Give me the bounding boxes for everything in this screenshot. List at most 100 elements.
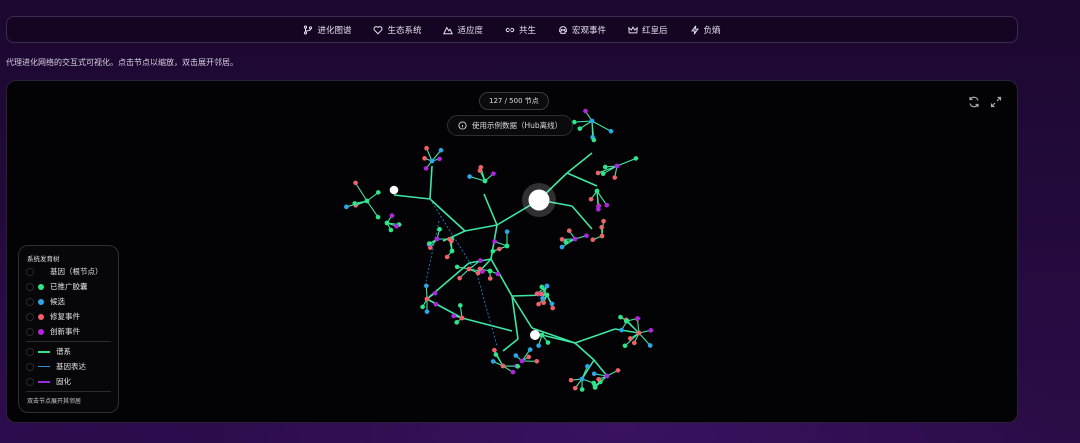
leaf-node[interactable] xyxy=(491,171,496,176)
leaf-node[interactable] xyxy=(596,204,601,209)
leaf-node[interactable] xyxy=(477,266,483,272)
leaf-node[interactable] xyxy=(577,126,583,131)
leaf-node[interactable] xyxy=(536,301,541,307)
leaf-node[interactable] xyxy=(549,301,555,307)
leaf-node[interactable] xyxy=(536,343,541,348)
legend-item-repair[interactable]: 修复事件 xyxy=(26,311,80,322)
leaf-node[interactable] xyxy=(457,275,462,281)
leaf-node[interactable] xyxy=(618,314,623,320)
leaf-node[interactable] xyxy=(584,233,589,238)
leaf-node[interactable] xyxy=(545,340,551,345)
leaf-node[interactable] xyxy=(583,108,588,114)
leaf-node[interactable] xyxy=(540,296,545,301)
legend-edge-gene-expression[interactable]: 基因表达 xyxy=(26,361,86,372)
leaf-node[interactable] xyxy=(534,358,540,364)
leaf-node[interactable] xyxy=(423,166,429,171)
leaf-node[interactable] xyxy=(475,270,481,276)
leaf-node[interactable] xyxy=(444,254,450,260)
leaf-node[interactable] xyxy=(596,376,601,382)
leaf-node[interactable] xyxy=(601,218,606,224)
leaf-node[interactable] xyxy=(478,258,483,263)
leaf-node[interactable] xyxy=(513,353,519,358)
nav-item-macro-events[interactable]: 宏观事件 xyxy=(558,24,606,36)
leaf-node[interactable] xyxy=(438,147,444,153)
leaf-node[interactable] xyxy=(608,128,614,134)
leaf-node[interactable] xyxy=(496,246,502,252)
branch-node[interactable] xyxy=(482,178,488,184)
leaf-node[interactable] xyxy=(559,237,565,242)
leaf-node[interactable] xyxy=(353,180,358,186)
leaf-node[interactable] xyxy=(454,320,460,325)
leaf-node[interactable] xyxy=(527,347,533,352)
toggle-checkbox[interactable] xyxy=(26,297,34,306)
leaf-node[interactable] xyxy=(648,328,654,333)
leaf-node[interactable] xyxy=(375,190,381,195)
leaf-node[interactable] xyxy=(388,227,394,233)
leaf-node[interactable] xyxy=(602,164,608,170)
toggle-checkbox[interactable] xyxy=(26,377,34,386)
leaf-node[interactable] xyxy=(591,371,597,377)
leaf-node[interactable] xyxy=(422,156,427,161)
branch-node[interactable] xyxy=(487,268,493,274)
nav-item-symbiosis[interactable]: 共生 xyxy=(505,24,536,36)
leaf-node[interactable] xyxy=(457,303,463,308)
branch-node[interactable] xyxy=(429,158,435,164)
leaf-node[interactable] xyxy=(526,354,532,360)
leaf-node[interactable] xyxy=(454,264,460,270)
leaf-node[interactable] xyxy=(495,271,501,277)
leaf-node[interactable] xyxy=(437,226,442,232)
leaf-node[interactable] xyxy=(487,276,493,281)
leaf-node[interactable] xyxy=(585,364,590,369)
leaf-node[interactable] xyxy=(592,385,598,390)
leaf-node[interactable] xyxy=(622,343,628,349)
leaf-node[interactable] xyxy=(579,387,585,392)
branch-node[interactable] xyxy=(364,198,370,204)
leaf-node[interactable] xyxy=(566,228,572,234)
toggle-checkbox[interactable] xyxy=(26,327,34,336)
leaf-node[interactable] xyxy=(493,352,499,357)
branch-node[interactable] xyxy=(466,266,472,272)
leaf-node[interactable] xyxy=(559,244,565,250)
leaf-node[interactable] xyxy=(631,340,637,346)
leaf-node[interactable] xyxy=(633,156,639,161)
leaf-node[interactable] xyxy=(604,202,610,208)
leaf-node[interactable] xyxy=(504,229,510,235)
leaf-node[interactable] xyxy=(490,359,496,364)
gene-root-node[interactable] xyxy=(530,330,540,340)
leaf-node[interactable] xyxy=(534,291,540,296)
leaf-node[interactable] xyxy=(490,248,496,254)
nav-item-red-queen[interactable]: 红皇后 xyxy=(628,24,668,36)
legend-item-candidate[interactable]: 候选 xyxy=(26,296,65,307)
leaf-node[interactable] xyxy=(635,316,640,321)
leaf-node[interactable] xyxy=(432,290,438,296)
legend-item-gene[interactable]: 基因（根节点） xyxy=(26,266,103,277)
gene-root-node[interactable] xyxy=(528,189,550,211)
leaf-node[interactable] xyxy=(424,283,429,289)
leaf-node[interactable] xyxy=(591,137,597,143)
leaf-node[interactable] xyxy=(550,305,556,311)
branch-node[interactable] xyxy=(589,118,595,124)
leaf-node[interactable] xyxy=(590,237,596,242)
leaf-node[interactable] xyxy=(437,156,442,162)
toggle-checkbox[interactable] xyxy=(26,267,34,276)
legend-edge-lineage[interactable]: 谱系 xyxy=(26,346,71,357)
leaf-node[interactable] xyxy=(539,291,544,297)
leaf-node[interactable] xyxy=(510,369,516,375)
legend-item-promoted[interactable]: 已推广胶囊 xyxy=(26,281,88,292)
leaf-node[interactable] xyxy=(389,213,395,218)
leaf-node[interactable] xyxy=(615,368,621,373)
branch-node[interactable] xyxy=(579,376,585,382)
leaf-node[interactable] xyxy=(599,224,604,230)
leaf-node[interactable] xyxy=(539,284,545,290)
leaf-node[interactable] xyxy=(394,223,399,229)
toggle-checkbox[interactable] xyxy=(26,312,34,321)
toggle-checkbox[interactable] xyxy=(26,347,34,356)
branch-node[interactable] xyxy=(459,315,465,321)
leaf-node[interactable] xyxy=(600,171,606,176)
leaf-node[interactable] xyxy=(541,300,546,306)
branch-node[interactable] xyxy=(594,188,600,194)
branch-node[interactable] xyxy=(519,358,525,364)
leaf-node[interactable] xyxy=(344,204,349,210)
gene-root-node[interactable] xyxy=(389,185,399,195)
leaf-node[interactable] xyxy=(627,336,633,341)
